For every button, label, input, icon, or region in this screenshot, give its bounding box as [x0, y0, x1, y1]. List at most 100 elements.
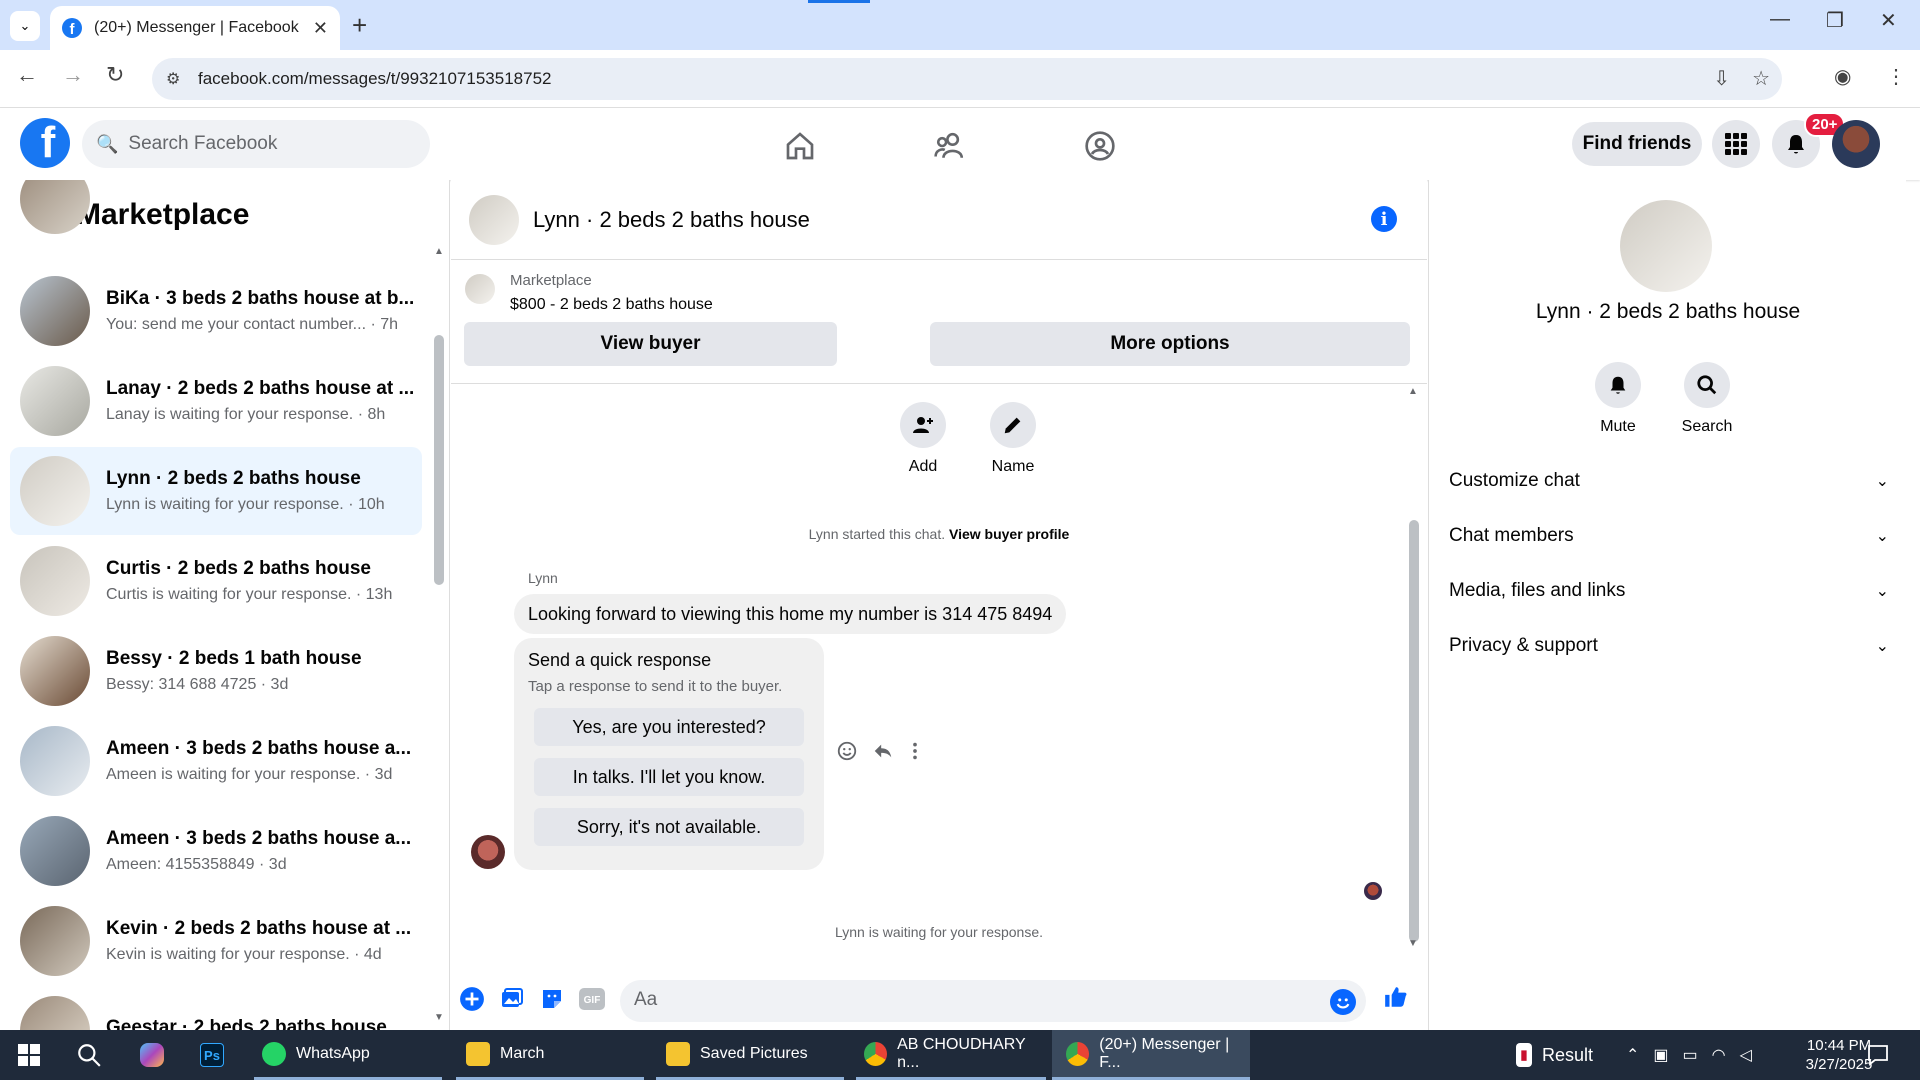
taskbar-chrome-1[interactable]: AB CHOUDHARY n...: [856, 1030, 1046, 1080]
friends-icon[interactable]: [930, 128, 970, 164]
system-tray[interactable]: ⌃ ▣ ▭ ◠ ◁: [1626, 1030, 1752, 1080]
search-box[interactable]: 🔍: [82, 120, 430, 168]
list-item-active[interactable]: Lynn · 2 beds 2 baths house Lynn is waiti…: [10, 447, 422, 535]
name-chat-button[interactable]: Name: [973, 402, 1053, 476]
view-buyer-profile-link[interactable]: View buyer profile: [949, 526, 1069, 542]
taskbar-whatsapp[interactable]: WhatsApp: [254, 1030, 442, 1080]
list-item[interactable]: Geestar · 2 beds 2 baths house a...: [10, 987, 422, 1030]
photoshop-icon[interactable]: Ps: [200, 1030, 234, 1080]
site-info-icon[interactable]: ⚙: [166, 69, 186, 89]
chevron-down-icon: ⌄: [1875, 528, 1889, 545]
copilot-icon[interactable]: [140, 1030, 174, 1080]
battery-icon[interactable]: ▭: [1683, 1045, 1698, 1065]
new-tab-button[interactable]: +: [352, 10, 367, 41]
reply-icon[interactable]: [872, 740, 894, 762]
list-item[interactable]: BiKa · 3 beds 2 baths house at b... You: …: [10, 267, 422, 355]
groups-icon[interactable]: [1080, 128, 1120, 164]
back-icon[interactable]: ←: [16, 62, 38, 88]
chat-header: Lynn · 2 beds 2 baths house i: [451, 180, 1427, 260]
chat-scroll-up-icon[interactable]: ▲: [1408, 386, 1418, 397]
plus-circle-icon[interactable]: [459, 986, 485, 1012]
conversation-preview: Ameen is waiting for your response. · 3d: [106, 766, 393, 783]
add-people-button[interactable]: Add: [883, 402, 963, 476]
browser-tab-active[interactable]: f (20+) Messenger | Facebook ✕: [50, 6, 340, 50]
quick-reply-not-available[interactable]: Sorry, it's not available.: [534, 808, 804, 846]
home-icon[interactable]: [780, 128, 820, 164]
scroll-up-icon[interactable]: ▲: [434, 246, 444, 257]
message-input-box[interactable]: [620, 980, 1366, 1022]
facebook-logo-icon[interactable]: f: [20, 118, 70, 168]
find-friends-button[interactable]: Find friends: [1572, 122, 1702, 166]
taskbar-result-widget[interactable]: ▮ Result: [1516, 1030, 1593, 1080]
list-item[interactable]: Lanay · 2 beds 2 baths house at ... Lanay…: [10, 357, 422, 445]
chrome-menu-icon[interactable]: ⋮: [1886, 64, 1906, 89]
folder-icon: [466, 1041, 490, 1066]
sender-name: Lynn: [528, 570, 558, 586]
notification-center-icon[interactable]: [1866, 1030, 1890, 1080]
search-in-chat-button[interactable]: Search: [1667, 362, 1747, 436]
minimize-icon[interactable]: —: [1770, 8, 1790, 31]
chat-started-text: Lynn started this chat.: [808, 526, 946, 542]
account-avatar[interactable]: [1832, 120, 1880, 168]
facebook-favicon-icon: f: [62, 18, 82, 38]
volume-icon[interactable]: ◁: [1740, 1045, 1752, 1065]
close-tab-icon[interactable]: ✕: [313, 18, 328, 39]
info-icon[interactable]: i: [1371, 206, 1397, 232]
wifi-icon[interactable]: ◠: [1712, 1045, 1726, 1065]
list-item[interactable]: Ameen · 3 beds 2 baths house a... Ameen i…: [10, 717, 422, 805]
more-options-button[interactable]: More options: [930, 322, 1410, 366]
message-bubble[interactable]: Looking forward to viewing this home my …: [514, 594, 1067, 634]
chat-details-panel: Lynn · 2 beds 2 baths house Mute Search …: [1428, 180, 1906, 1030]
gif-icon[interactable]: GIF: [579, 986, 605, 1012]
sender-avatar[interactable]: [471, 835, 505, 869]
sticker-icon[interactable]: [539, 986, 565, 1012]
omnibox[interactable]: ⚙ facebook.com/messages/t/99321071535187…: [152, 58, 1782, 100]
quick-reply-in-talks[interactable]: In talks. I'll let you know.: [534, 758, 804, 796]
list-item[interactable]: [10, 180, 422, 234]
window-close-icon[interactable]: ✕: [1880, 8, 1897, 33]
taskbar-march-folder[interactable]: March: [456, 1030, 644, 1080]
chat-title[interactable]: Lynn · 2 beds 2 baths house: [533, 207, 810, 233]
list-item[interactable]: Bessy · 2 beds 1 bath house Bessy: 314 68…: [10, 627, 422, 715]
view-buyer-button[interactable]: View buyer: [464, 322, 837, 366]
list-item[interactable]: Kevin · 2 beds 2 baths house at ... Kevin…: [10, 897, 422, 985]
taskbar-chrome-2[interactable]: (20+) Messenger | F...: [1052, 1030, 1250, 1080]
customize-chat-section[interactable]: Customize chat ⌄: [1449, 461, 1889, 501]
react-emoji-icon[interactable]: [836, 740, 858, 762]
thumbs-up-icon[interactable]: [1383, 984, 1409, 1010]
list-item[interactable]: Ameen · 3 beds 2 baths house a... Ameen: …: [10, 807, 422, 895]
chevron-down-icon: ⌄: [1875, 473, 1889, 490]
more-vertical-icon[interactable]: [908, 740, 922, 762]
sidebar-scrollbar[interactable]: [434, 335, 444, 585]
mute-button[interactable]: Mute: [1578, 362, 1658, 436]
search-taskbar-icon[interactable]: [76, 1030, 102, 1080]
privacy-support-section[interactable]: Privacy & support ⌄: [1449, 626, 1889, 666]
start-button[interactable]: [18, 1030, 40, 1080]
emoji-icon[interactable]: [1330, 989, 1356, 1015]
restore-icon[interactable]: ❐: [1826, 8, 1844, 33]
quick-reply-yes[interactable]: Yes, are you interested?: [534, 708, 804, 746]
chat-thumbnail[interactable]: [469, 194, 519, 245]
chevron-up-icon[interactable]: ⌃: [1626, 1045, 1639, 1065]
tab-title: (20+) Messenger | Facebook: [94, 19, 299, 36]
bookmark-star-icon[interactable]: ☆: [1752, 66, 1770, 91]
meet-icon[interactable]: ▣: [1653, 1045, 1668, 1065]
scroll-down-icon[interactable]: ▼: [434, 1012, 444, 1023]
chrome-icon: [1066, 1041, 1090, 1066]
forward-icon[interactable]: →: [62, 62, 84, 88]
list-item[interactable]: Curtis · 2 beds 2 baths house Curtis is w…: [10, 537, 422, 625]
tab-search-button[interactable]: ⌄: [10, 11, 40, 41]
photo-icon[interactable]: [499, 986, 525, 1012]
reload-icon[interactable]: ↻: [106, 62, 124, 88]
menu-grid-icon[interactable]: [1712, 120, 1760, 168]
search-input[interactable]: [128, 133, 409, 155]
url-text[interactable]: facebook.com/messages/t/9932107153518752: [198, 69, 551, 89]
profile-icon[interactable]: ◉: [1834, 64, 1851, 89]
message-input[interactable]: [634, 989, 1284, 1011]
chat-members-section[interactable]: Chat members ⌄: [1449, 516, 1889, 556]
media-files-section[interactable]: Media, files and links ⌄: [1449, 571, 1889, 611]
chat-scrollbar[interactable]: [1409, 520, 1419, 942]
taskbar-saved-pictures[interactable]: Saved Pictures: [656, 1030, 844, 1080]
install-app-icon[interactable]: ⇩: [1713, 66, 1730, 91]
listing-thumbnail: [20, 456, 90, 526]
